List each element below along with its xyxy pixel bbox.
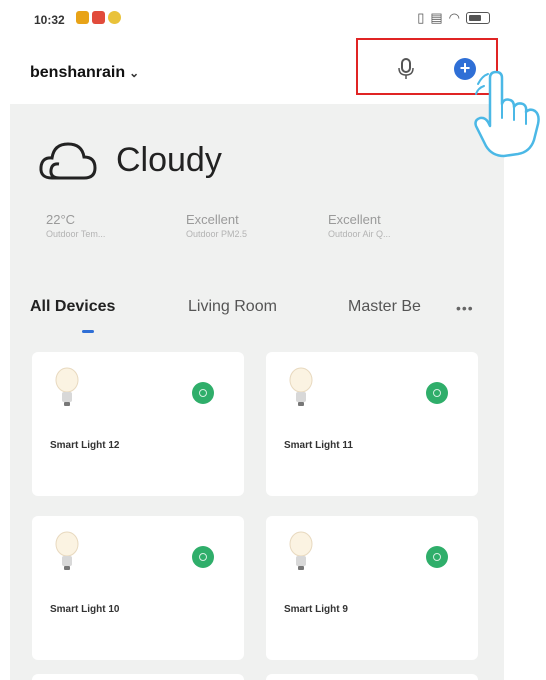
cloud-icon (39, 142, 97, 180)
notification-icon-2 (92, 11, 105, 24)
stat-label: Outdoor Tem... (46, 229, 106, 239)
status-time: 10:32 (34, 13, 65, 27)
stat-value: Excellent (328, 212, 381, 227)
device-name: Smart Light 9 (284, 604, 348, 615)
stat-label: Outdoor Air Q... (328, 229, 391, 239)
system-icons: ▯ ▤ ◠ (417, 10, 490, 26)
stat-value: Excellent (186, 212, 239, 227)
device-name: Smart Light 10 (50, 604, 120, 615)
device-name: Smart Light 11 (284, 440, 353, 451)
vibrate-icon: ▯ (417, 10, 425, 25)
wifi-icon: ◠ (448, 10, 460, 25)
add-device-icon[interactable]: + (454, 58, 476, 80)
power-toggle-icon[interactable] (192, 546, 214, 568)
stat-value: 22°C (46, 212, 76, 227)
power-toggle-icon[interactable] (426, 382, 448, 404)
account-name: benshanrain (30, 64, 126, 81)
weather-condition: Cloudy (116, 140, 222, 179)
battery-icon (466, 12, 490, 24)
chevron-down-icon: ⌄ (129, 66, 140, 80)
stat-pm25: Excellent Outdoor PM2.5 (186, 212, 326, 239)
tab-all-devices[interactable]: All Devices (30, 298, 115, 316)
power-toggle-icon[interactable] (192, 382, 214, 404)
power-toggle-icon[interactable] (426, 546, 448, 568)
light-bulb-icon (289, 367, 313, 406)
signal-icon: ▤ (430, 10, 443, 25)
device-card[interactable]: Smart Light 9 (266, 516, 478, 660)
device-card[interactable]: Smart Light 10 (32, 516, 244, 660)
device-card[interactable]: Smart Light 11 (266, 352, 478, 496)
room-tabs: All Devices Living Room Master Be ••• (10, 298, 504, 338)
weather-summary: Cloudy (38, 138, 222, 182)
status-bar: 10:32 ▯ ▤ ◠ (10, 0, 504, 40)
account-switcher[interactable]: benshanrain ⌄ (30, 64, 139, 82)
stat-air-quality: Excellent Outdoor Air Q... (328, 212, 468, 239)
notification-icon-1 (76, 11, 89, 24)
notification-icon-3 (108, 11, 121, 24)
pointing-hand-icon (474, 70, 540, 158)
light-bulb-icon (55, 367, 79, 406)
device-card[interactable] (266, 674, 478, 680)
device-card[interactable] (32, 674, 244, 680)
device-card[interactable]: Smart Light 12 (32, 352, 244, 496)
tab-master-bedroom[interactable]: Master Be (348, 298, 421, 316)
tab-indicator (82, 330, 94, 333)
tab-living-room[interactable]: Living Room (188, 298, 277, 316)
stat-temperature: 22°C Outdoor Tem... (46, 212, 186, 239)
light-bulb-icon (289, 531, 313, 570)
app-screen: 10:32 ▯ ▤ ◠ benshanrain ⌄ + Cloudy 22°C (10, 0, 504, 680)
stat-label: Outdoor PM2.5 (186, 229, 248, 239)
microphone-icon[interactable] (398, 58, 414, 80)
light-bulb-icon (55, 531, 79, 570)
more-tabs-icon[interactable]: ••• (456, 300, 474, 316)
device-name: Smart Light 12 (50, 440, 120, 451)
